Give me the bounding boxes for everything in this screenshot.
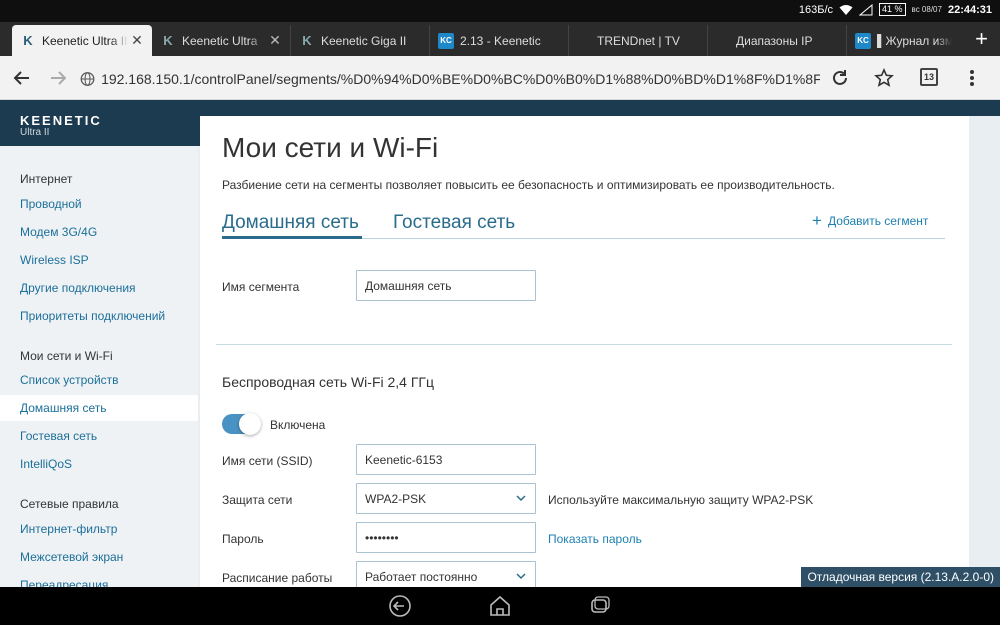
segment-name-label: Имя сегмента xyxy=(222,280,300,294)
close-icon[interactable]: ✕ xyxy=(128,32,146,49)
tab-title: TRENDnet | TV xyxy=(597,33,680,48)
security-hint: Используйте максимальную защиту WPA2-PSK xyxy=(548,493,814,507)
add-segment-label: Добавить сегмент xyxy=(827,214,929,228)
status-bar: 163Б/с 41 % вс 08/07 22:44:31 xyxy=(0,0,1000,22)
active-tab-indicator xyxy=(222,236,362,239)
browser-tab[interactable]: Диапазоны IP xyxy=(708,25,847,56)
security-select[interactable]: WPA2-PSK xyxy=(356,483,536,514)
header-band xyxy=(200,100,1000,116)
show-password-link[interactable]: Показать пароль xyxy=(548,532,642,546)
toggle-knob xyxy=(239,413,261,435)
browser-tab[interactable]: K Keenetic Giga II xyxy=(291,25,430,56)
schedule-select[interactable]: Работает постоянно xyxy=(356,561,536,587)
wifi-enabled-label: Включена xyxy=(270,418,326,432)
kc-icon: KC xyxy=(855,32,871,49)
nav-group-network-rules: Сетевые правила xyxy=(20,497,119,511)
sidebar-item-port-forwarding[interactable]: Переадресация xyxy=(0,572,198,587)
ssid-label: Имя сети (SSID) xyxy=(222,454,313,468)
tab-count-button[interactable]: 13 xyxy=(920,68,938,86)
status-date: вс 08/07 xyxy=(911,5,942,14)
tab-title: ▌Журнал изм xyxy=(877,33,952,48)
chevron-down-icon xyxy=(516,573,526,580)
browser-tab[interactable]: KC ▌Журнал изм xyxy=(847,25,952,56)
kc-icon: KC xyxy=(438,32,454,49)
keenetic-icon: K xyxy=(23,33,33,48)
tab-title: Keenetic Giga II xyxy=(321,33,407,48)
chevron-down-icon xyxy=(516,495,526,502)
sidebar-item-firewall[interactable]: Межсетевой экран xyxy=(0,544,198,570)
browser-tab[interactable]: K Keenetic Ultra ✕ xyxy=(152,25,291,56)
sidebar-item-connection-priorities[interactable]: Приоритеты подключений xyxy=(0,303,198,329)
sidebar: Интернет Проводной Модем 3G/4G Wireless … xyxy=(0,146,198,587)
brand-header[interactable]: KEENETIC Ultra II xyxy=(0,100,200,146)
keenetic-icon: K xyxy=(163,33,173,48)
debug-version-badge: Отладочная версия (2.13.A.2.0-0) xyxy=(801,567,1000,587)
sidebar-item-internet-filter[interactable]: Интернет-фильтр xyxy=(0,516,198,542)
reload-icon[interactable] xyxy=(826,64,854,92)
schedule-label: Расписание работы xyxy=(222,571,333,585)
tab-home-network[interactable]: Домашняя сеть xyxy=(222,212,359,234)
page-title: Мои сети и Wi-Fi xyxy=(222,132,439,163)
address-bar[interactable]: 192.168.150.1/controlPanel/segments/%D0%… xyxy=(80,68,820,90)
back-icon[interactable] xyxy=(386,594,414,618)
battery-indicator: 41 % xyxy=(879,3,906,16)
tab-title: Keenetic Ultra xyxy=(182,33,258,48)
ssid-field[interactable]: Keenetic-6153 xyxy=(356,444,536,475)
password-field[interactable]: •••••••• xyxy=(356,522,536,553)
security-value: WPA2-PSK xyxy=(365,491,427,506)
back-arrow-icon[interactable] xyxy=(8,64,36,92)
forward-arrow-icon[interactable] xyxy=(44,64,72,92)
status-time: 22:44:31 xyxy=(947,3,992,16)
sidebar-item-modem[interactable]: Модем 3G/4G xyxy=(0,219,198,245)
keenetic-icon: K xyxy=(302,33,312,48)
wifi-section-title: Беспроводная сеть Wi-Fi 2,4 ГГц xyxy=(222,374,435,390)
main-content: Мои сети и Wi-Fi Разбиение сети на сегме… xyxy=(200,116,969,587)
password-label: Пароль xyxy=(222,532,264,546)
segment-name-value: Домашняя сеть xyxy=(365,278,452,293)
browser-toolbar: 192.168.150.1/controlPanel/segments/%D0%… xyxy=(0,56,1000,100)
menu-dots-icon[interactable] xyxy=(958,64,986,92)
add-segment-button[interactable]: + Добавить сегмент xyxy=(812,211,929,230)
network-speed: 163Б/с xyxy=(798,3,834,16)
tab-title: Keenetic Ultra II xyxy=(42,33,128,48)
url-text: 192.168.150.1/controlPanel/segments/%D0%… xyxy=(101,71,820,87)
web-page: KEENETIC Ultra II Интернет Проводной Мод… xyxy=(0,100,1000,587)
bookmark-star-icon[interactable] xyxy=(870,64,898,92)
password-value: •••••••• xyxy=(365,530,399,545)
nav-group-internet: Интернет xyxy=(20,172,73,186)
router-model: Ultra II xyxy=(20,127,50,138)
schedule-value: Работает постоянно xyxy=(365,569,478,584)
close-icon[interactable]: ✕ xyxy=(266,32,284,49)
page-description: Разбиение сети на сегменты позволяет пов… xyxy=(222,178,835,192)
keenetic-logo: KEENETIC xyxy=(20,113,102,128)
wifi-enabled-toggle[interactable] xyxy=(222,413,261,435)
tab-guest-network[interactable]: Гостевая сеть xyxy=(393,212,515,234)
sidebar-item-wisp[interactable]: Wireless ISP xyxy=(0,247,198,273)
globe-icon xyxy=(80,72,95,86)
sidebar-item-intelliqos[interactable]: IntelliQoS xyxy=(0,451,198,477)
sidebar-item-home-network[interactable]: Домашняя сеть xyxy=(0,395,198,421)
browser-tab[interactable]: TRENDnet | TV xyxy=(569,25,708,56)
sidebar-item-wired[interactable]: Проводной xyxy=(0,191,198,217)
tab-strip: K Keenetic Ultra II ✕ K Keenetic Ultra ✕… xyxy=(0,22,1000,56)
sidebar-item-device-list[interactable]: Список устройств xyxy=(0,367,198,393)
security-label: Защита сети xyxy=(222,493,293,507)
wifi-signal-icon xyxy=(839,4,853,15)
tab-title: 2.13 - Keenetic xyxy=(460,33,541,48)
system-nav-bar xyxy=(0,587,1000,625)
plus-icon: + xyxy=(812,211,822,230)
sidebar-item-other-connections[interactable]: Другие подключения xyxy=(0,275,198,301)
segment-name-field[interactable]: Домашняя сеть xyxy=(356,270,536,301)
browser-tab[interactable]: K Keenetic Ultra II ✕ xyxy=(12,25,152,56)
nav-group-my-networks: Мои сети и Wi-Fi xyxy=(20,349,113,363)
section-divider xyxy=(216,344,952,345)
tab-title: Диапазоны IP xyxy=(736,33,813,48)
cell-signal-icon xyxy=(859,3,873,15)
home-icon[interactable] xyxy=(486,594,514,618)
browser-tab[interactable]: KC 2.13 - Keenetic xyxy=(430,25,569,56)
sidebar-item-guest-network[interactable]: Гостевая сеть xyxy=(0,423,198,449)
new-tab-icon[interactable]: + xyxy=(975,26,988,52)
recent-apps-icon[interactable] xyxy=(586,594,614,618)
ssid-value: Keenetic-6153 xyxy=(365,452,443,467)
